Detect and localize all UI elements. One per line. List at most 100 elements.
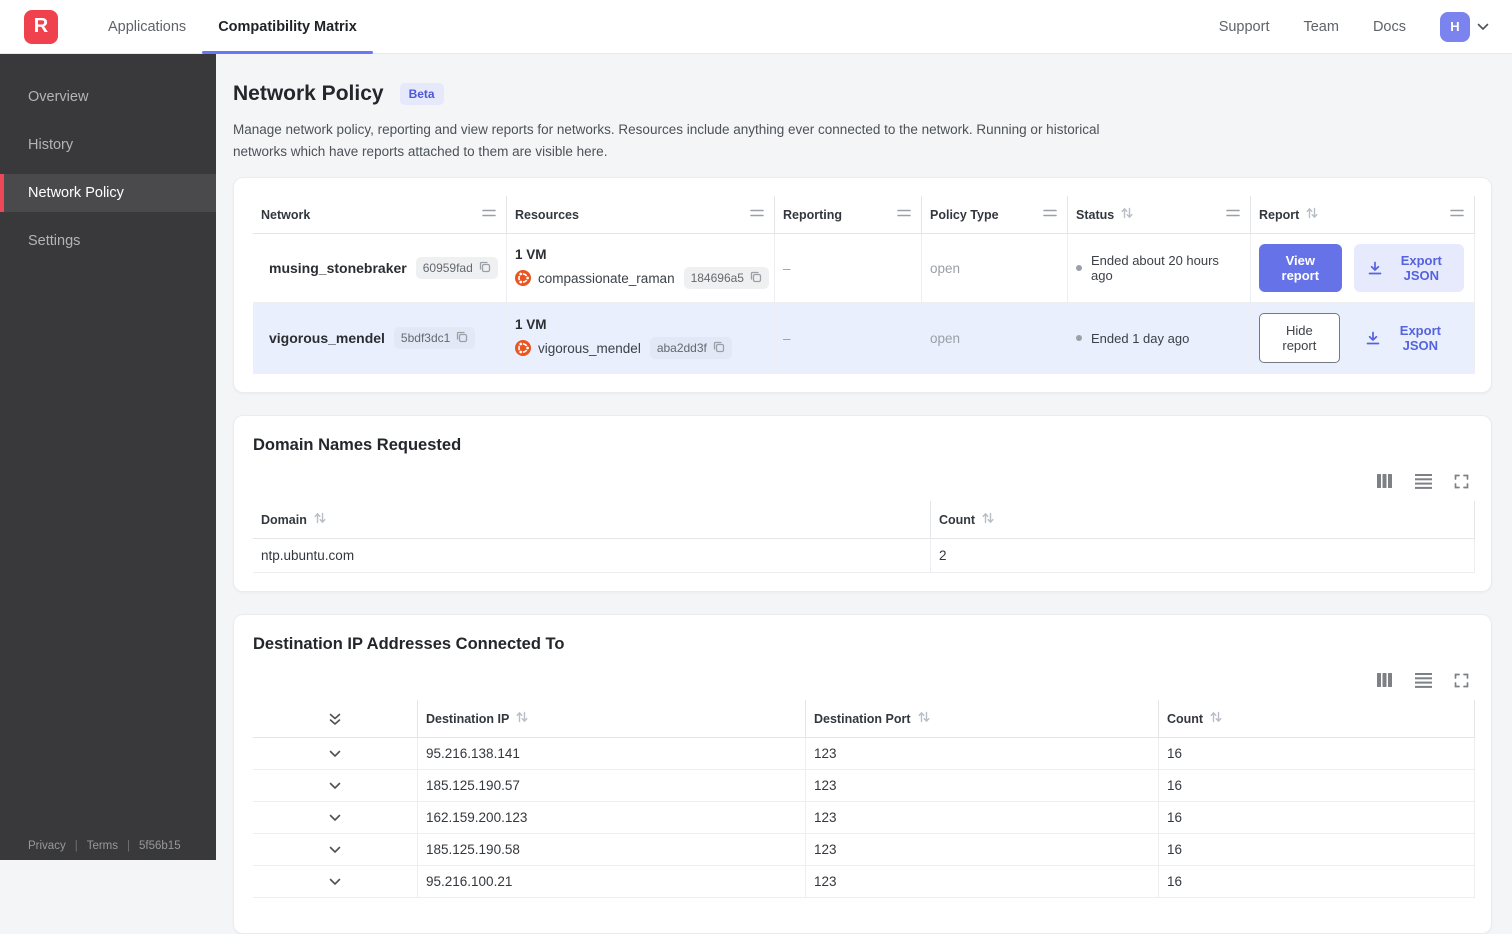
primary-tabs: Applications Compatibility Matrix [92, 0, 373, 54]
sort-icon[interactable] [1120, 206, 1134, 223]
hide-report-button[interactable]: Hide report [1259, 313, 1340, 364]
col-count[interactable]: Count [1159, 700, 1475, 738]
sidebar-item-network-policy[interactable]: Network Policy [0, 174, 216, 212]
column-handle-icon[interactable] [1043, 206, 1057, 223]
destinations-card: Destination IP Addresses Connected To De… [233, 614, 1492, 934]
export-json-button[interactable]: Export JSON [1352, 314, 1464, 362]
columns-icon[interactable] [1376, 672, 1393, 688]
nav-link-docs[interactable]: Docs [1373, 19, 1406, 35]
column-handle-icon[interactable] [897, 206, 911, 223]
sort-icon[interactable] [1209, 710, 1223, 727]
sidebar-item-settings[interactable]: Settings [0, 222, 216, 260]
col-count-label: Count [1167, 711, 1204, 726]
fullscreen-icon[interactable] [1454, 474, 1469, 489]
network-hash-badge[interactable]: 60959fad [415, 257, 498, 280]
networks-card: Network Resources Reporting Policy Type … [233, 177, 1492, 394]
col-status[interactable]: Status [1068, 196, 1251, 234]
col-destination-ip[interactable]: Destination IP [418, 700, 806, 738]
column-handle-icon[interactable] [750, 206, 764, 223]
destination-row[interactable]: 162.159.200.123 123 16 [253, 802, 1475, 835]
destination-port-cell: 123 [806, 802, 1159, 834]
sidebar-item-overview[interactable]: Overview [0, 78, 216, 116]
domain-row[interactable]: ntp.ubuntu.com 2 [253, 539, 1475, 574]
avatar[interactable]: H [1440, 11, 1470, 42]
col-count[interactable]: Count [931, 501, 1475, 539]
copy-icon[interactable] [455, 330, 468, 346]
col-destination-port-label: Destination Port [814, 711, 911, 726]
col-policy-type[interactable]: Policy Type [922, 196, 1068, 234]
destination-ip-cell: 162.159.200.123 [418, 802, 806, 834]
tab-applications[interactable]: Applications [92, 0, 202, 53]
rows-density-icon[interactable] [1415, 473, 1432, 490]
export-json-button[interactable]: Export JSON [1353, 244, 1464, 293]
destination-row[interactable]: 185.125.190.58 123 16 [253, 834, 1475, 867]
ubuntu-icon [515, 340, 531, 357]
row-expand-icon[interactable] [253, 770, 418, 802]
col-reporting[interactable]: Reporting [775, 196, 922, 234]
network-name-cell: musing_stonebraker 60959fad [253, 234, 507, 303]
chevron-down-icon [1476, 20, 1490, 34]
report-cell: View report Export JSON [1251, 234, 1475, 303]
tab-compatibility-matrix[interactable]: Compatibility Matrix [202, 0, 373, 54]
sort-icon[interactable] [515, 710, 529, 727]
resource-hash-badge[interactable]: 184696a5 [683, 267, 769, 290]
column-handle-icon[interactable] [1226, 206, 1240, 223]
copy-icon[interactable] [749, 270, 762, 286]
privacy-link[interactable]: Privacy [28, 840, 66, 852]
page-description: Manage network policy, reporting and vie… [233, 122, 1100, 159]
domains-section-title: Domain Names Requested [253, 436, 462, 455]
network-name: musing_stonebraker [269, 260, 407, 277]
sort-icon[interactable] [917, 710, 931, 727]
network-name-cell: vigorous_mendel 5bdf3dc1 [253, 303, 507, 374]
footer-divider: | [74, 840, 78, 852]
col-domain[interactable]: Domain [253, 501, 931, 539]
hash-text: 60959fad [422, 261, 473, 276]
expand-all-icon[interactable] [253, 700, 418, 738]
network-row[interactable]: musing_stonebraker 60959fad 1 VM compass… [253, 234, 1475, 304]
build-version: 5f56b15 [139, 840, 181, 852]
row-expand-icon[interactable] [253, 866, 418, 898]
copy-icon[interactable] [478, 260, 491, 276]
sort-icon[interactable] [1305, 206, 1319, 223]
terms-link[interactable]: Terms [87, 840, 118, 852]
nav-link-support[interactable]: Support [1219, 19, 1270, 35]
app-logo[interactable]: R [24, 9, 58, 44]
columns-icon[interactable] [1376, 473, 1393, 489]
status-cell: Ended about 20 hours ago [1068, 234, 1251, 303]
column-handle-icon[interactable] [1450, 206, 1464, 223]
column-handle-icon[interactable] [482, 206, 496, 223]
col-network[interactable]: Network [253, 196, 507, 234]
count-cell: 16 [1159, 866, 1475, 898]
page-title: Network Policy [233, 82, 384, 105]
copy-icon[interactable] [712, 340, 725, 356]
network-name: vigorous_mendel [269, 330, 385, 347]
vm-count: 1 VM [515, 317, 547, 333]
sidebar-item-history[interactable]: History [0, 126, 216, 164]
rows-density-icon[interactable] [1415, 672, 1432, 689]
row-expand-icon[interactable] [253, 834, 418, 866]
destination-row[interactable]: 95.216.138.141 123 16 [253, 738, 1475, 771]
col-reporting-label: Reporting [783, 207, 843, 222]
reporting-cell: – [775, 303, 922, 374]
col-destination-port[interactable]: Destination Port [806, 700, 1159, 738]
sidebar: Overview History Network Policy Settings… [0, 54, 216, 860]
sort-icon[interactable] [981, 511, 995, 528]
user-menu[interactable]: H [1440, 11, 1490, 42]
row-expand-icon[interactable] [253, 802, 418, 834]
destination-port-cell: 123 [806, 866, 1159, 898]
destination-row[interactable]: 95.216.100.21 123 16 [253, 866, 1475, 899]
col-report[interactable]: Report [1251, 196, 1475, 234]
sort-icon[interactable] [313, 511, 327, 528]
network-hash-badge[interactable]: 5bdf3dc1 [393, 327, 476, 350]
view-report-button[interactable]: View report [1259, 244, 1342, 293]
col-destination-ip-label: Destination IP [426, 711, 510, 726]
resource-hash-badge[interactable]: aba2dd3f [649, 337, 732, 360]
col-resources[interactable]: Resources [507, 196, 775, 234]
fullscreen-icon[interactable] [1454, 673, 1469, 688]
networks-table-header: Network Resources Reporting Policy Type … [253, 196, 1475, 235]
policy-type-cell: open [922, 234, 1068, 303]
nav-link-team[interactable]: Team [1303, 19, 1338, 35]
row-expand-icon[interactable] [253, 738, 418, 770]
destination-row[interactable]: 185.125.190.57 123 16 [253, 770, 1475, 803]
network-row[interactable]: vigorous_mendel 5bdf3dc1 1 VM vigorous_m… [253, 303, 1475, 375]
